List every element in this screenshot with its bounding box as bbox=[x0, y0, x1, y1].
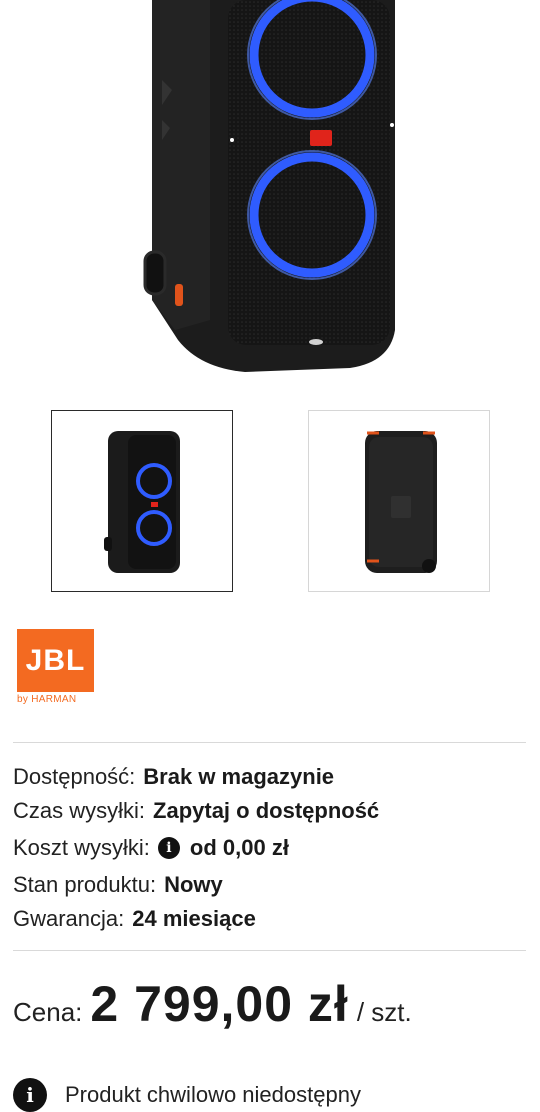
spec-value: od 0,00 zł bbox=[189, 835, 289, 860]
availability-note: i Produkt chwilowo niedostępny bbox=[13, 1078, 361, 1112]
spec-value-link[interactable]: Zapytaj o dostępność bbox=[153, 798, 379, 824]
price-unit: / szt. bbox=[356, 997, 412, 1027]
spec-label: Dostępność: bbox=[13, 764, 136, 789]
spec-value: Brak w magazynie bbox=[143, 764, 335, 789]
thumbnail-front[interactable] bbox=[51, 410, 233, 592]
brand-logo[interactable]: JBL by HARMAN bbox=[17, 629, 107, 709]
spec-label: Stan produktu: bbox=[13, 872, 157, 897]
spec-condition: Stan produktu: Nowy bbox=[13, 869, 223, 901]
price-label: Cena: bbox=[13, 997, 83, 1027]
spec-label: Gwarancja: bbox=[13, 906, 125, 931]
spec-shipping-cost: Koszt wysyłki: i od 0,00 zł bbox=[13, 832, 289, 864]
spec-shipping-time: Czas wysyłki: Zapytaj o dostępność bbox=[13, 795, 379, 827]
brand-subtext: by HARMAN bbox=[17, 694, 77, 705]
spec-label: Koszt wysyłki: bbox=[13, 835, 150, 860]
divider-top bbox=[13, 742, 526, 743]
spec-label: Czas wysyłki: bbox=[13, 798, 146, 823]
info-icon: i bbox=[13, 1078, 47, 1112]
price-value: 2 799,00 zł bbox=[90, 976, 349, 1032]
spec-availability: Dostępność: Brak w magazynie bbox=[13, 761, 334, 793]
info-icon[interactable]: i bbox=[157, 837, 180, 859]
brand-logo-text: JBL bbox=[25, 643, 86, 677]
spec-value: Nowy bbox=[164, 872, 223, 897]
availability-text: Produkt chwilowo niedostępny bbox=[65, 1082, 361, 1107]
divider-bottom bbox=[13, 950, 526, 951]
spec-warranty: Gwarancja: 24 miesiące bbox=[13, 903, 256, 935]
thumbnail-back[interactable] bbox=[308, 410, 490, 592]
spec-value: 24 miesiące bbox=[132, 906, 256, 931]
price-row: Cena: 2 799,00 zł / szt. bbox=[13, 975, 412, 1035]
product-main-image[interactable] bbox=[0, 0, 540, 380]
brand-logo-box: JBL bbox=[17, 629, 94, 692]
